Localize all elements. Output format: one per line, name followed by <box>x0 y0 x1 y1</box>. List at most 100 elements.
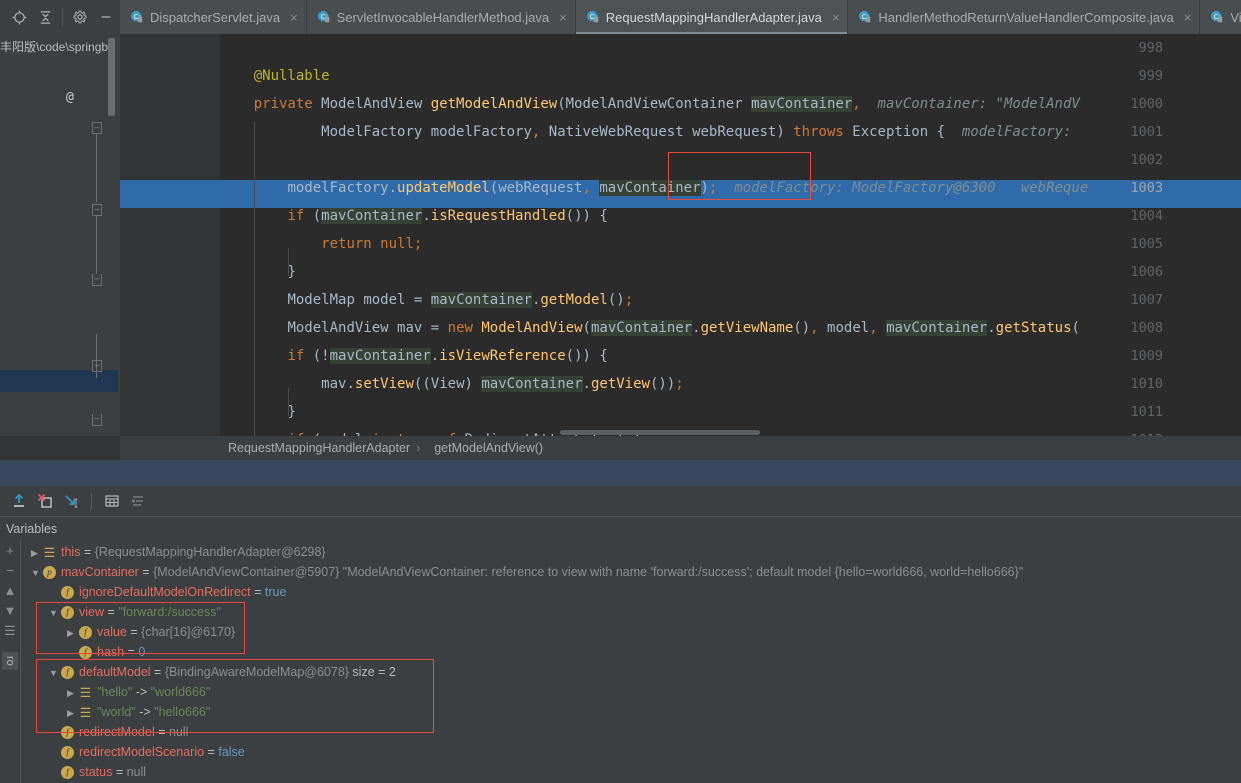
variable-separator: = <box>204 745 219 759</box>
close-icon[interactable]: × <box>1184 10 1192 25</box>
expand-arrow-icon[interactable]: ▼ <box>49 603 61 623</box>
project-scrollbar[interactable] <box>108 38 115 116</box>
expand-arrow-icon[interactable]: ▼ <box>49 663 61 683</box>
variable-separator: -> <box>135 705 155 719</box>
variable-row[interactable]: ▶f redirectModelScenario = false <box>49 742 245 762</box>
variable-type-icon: f <box>79 626 92 640</box>
variable-separator: = <box>124 645 139 659</box>
variable-separator: = <box>112 765 127 779</box>
code-line[interactable]: ModelAndView mav = new ModelAndView(mavC… <box>220 314 1080 342</box>
breadcrumb: RequestMappingHandlerAdapter › getModelA… <box>0 436 1241 460</box>
breadcrumb-class[interactable]: RequestMappingHandlerAdapter <box>228 441 410 455</box>
code-line[interactable]: ModelMap model = mavContainer.getModel()… <box>220 286 633 314</box>
variable-row[interactable]: ▶f redirectModel = null <box>49 722 188 742</box>
expand-arrow-icon[interactable]: ▶ <box>49 583 61 603</box>
debug-panel-splitter[interactable] <box>0 460 1241 486</box>
remove-watch-icon[interactable]: − <box>6 564 14 577</box>
variables-tree[interactable]: ▶ ☰ this = {RequestMappingHandlerAdapter@6… <box>20 540 1241 783</box>
variable-name: redirectModelScenario <box>79 745 205 759</box>
side-tab-label[interactable]: ro <box>2 652 18 670</box>
variable-separator: = <box>104 605 119 619</box>
variable-row[interactable]: ▶ ☰ "world" -> "hello666" <box>67 702 210 722</box>
hide-window-icon[interactable] <box>93 4 119 30</box>
expand-arrow-icon[interactable]: ▶ <box>49 743 61 763</box>
editor-tab-1[interactable]: C ServletInvocableHandlerMethod.java × <box>306 0 576 34</box>
code-line[interactable]: mav.setView((View) mavContainer.getView(… <box>220 370 684 398</box>
code-line[interactable]: if (mavContainer.isRequestHandled()) { <box>220 202 608 230</box>
code-line[interactable]: } <box>220 258 295 286</box>
code-line[interactable]: } <box>220 398 295 426</box>
code-line[interactable]: @Nullable <box>220 62 330 90</box>
variable-row[interactable]: ▶f ignoreDefaultModelOnRedirect = true <box>49 582 286 602</box>
variable-separator: = <box>138 565 154 579</box>
editor-horizontal-scrollbar[interactable] <box>560 430 760 435</box>
variable-value: 0 <box>138 645 146 659</box>
editor-tab-4[interactable]: C ViewNa <box>1200 0 1241 34</box>
evaluate-expression-icon[interactable] <box>99 489 125 513</box>
move-down-icon[interactable]: ▼ <box>4 604 17 617</box>
fold-marker-icon[interactable]: ‒ <box>92 122 102 134</box>
add-watch-icon[interactable]: + <box>6 544 14 557</box>
variable-row[interactable]: ▼ f view = "forward:/success" <box>49 602 221 622</box>
expand-arrow-icon[interactable]: ▶ <box>67 643 79 663</box>
variable-name: hash <box>97 645 125 659</box>
variable-row[interactable]: ▶ ☰ this = {RequestMappingHandlerAdapter@6… <box>31 542 326 562</box>
run-to-cursor-icon[interactable] <box>58 489 84 513</box>
expand-arrow-icon[interactable]: ▶ <box>49 763 61 783</box>
editor-tab-2[interactable]: C RequestMappingHandlerAdapter.java × <box>575 0 849 34</box>
code-line[interactable]: private ModelAndView getModelAndView(Mod… <box>220 90 1080 118</box>
editor-tab-0[interactable]: C DispatcherServlet.java × <box>120 0 307 34</box>
close-icon[interactable]: × <box>290 10 298 25</box>
expand-arrow-icon[interactable]: ▶ <box>31 543 43 563</box>
variable-row[interactable]: ▶fhash = 0 <box>67 642 145 662</box>
move-up-icon[interactable]: ▲ <box>4 584 17 597</box>
annotation-marker-icon[interactable]: @ <box>66 90 74 105</box>
list-icon[interactable]: ☰ <box>4 624 16 637</box>
settings-list-icon[interactable] <box>125 489 151 513</box>
variable-row[interactable]: ▼ f defaultModel = {BindingAwareModelMap@6… <box>49 662 396 682</box>
java-class-icon: C <box>130 10 144 24</box>
breadcrumb-method[interactable]: getModelAndView() <box>434 441 543 455</box>
fold-marker-icon[interactable]: ‒ <box>92 414 102 426</box>
variable-type-icon: f <box>61 766 74 780</box>
fold-region-line <box>96 134 97 202</box>
variable-type-icon: ☰ <box>79 705 92 721</box>
collapse-all-icon[interactable] <box>32 4 58 30</box>
code-editor[interactable]: 丰阳版\code\springb 998 999 1000 1001 1002 1003 1… <box>0 34 1241 436</box>
editor-gutter[interactable] <box>120 34 220 436</box>
code-line[interactable]: modelFactory.updateModel(webRequest, mav… <box>220 174 1088 202</box>
variable-name: "world" <box>97 705 136 719</box>
editor-tab-3[interactable]: C HandlerMethodReturnValueHandlerComposit… <box>848 0 1201 34</box>
variable-value: {char[16]@6170} <box>141 625 236 639</box>
variable-separator: = <box>150 665 165 679</box>
code-content[interactable]: @Nullable private ModelAndView getModelA… <box>220 34 1241 436</box>
variable-row[interactable]: ▼ p mavContainer = {ModelAndViewContainer@… <box>31 562 1023 582</box>
expand-arrow-icon[interactable]: ▶ <box>67 683 79 703</box>
step-out-icon[interactable] <box>6 489 32 513</box>
editor-tab-label: ServletInvocableHandlerMethod.java <box>336 9 550 25</box>
project-selected-item[interactable] <box>0 370 118 392</box>
expand-arrow-icon[interactable]: ▶ <box>67 703 79 723</box>
settings-gear-icon[interactable] <box>67 4 93 30</box>
expand-arrow-icon[interactable]: ▶ <box>67 623 79 643</box>
variable-row[interactable]: ▶fstatus = null <box>49 762 146 782</box>
fold-marker-icon[interactable]: ‒ <box>92 274 102 286</box>
fold-marker-icon[interactable]: ‒ <box>92 204 102 216</box>
fold-marker-icon[interactable]: ‒ <box>92 360 102 372</box>
variable-value: {BindingAwareModelMap@6078} <box>164 665 349 679</box>
variable-row[interactable]: ▶ ☰ "hello" -> "world666" <box>67 682 210 702</box>
variable-type-icon: f <box>61 586 74 600</box>
expand-arrow-icon[interactable]: ▼ <box>31 563 43 583</box>
locate-icon[interactable] <box>6 4 32 30</box>
expand-arrow-icon[interactable]: ▶ <box>49 723 61 743</box>
variable-name: ignoreDefaultModelOnRedirect <box>79 585 251 599</box>
variable-type-icon: f <box>61 606 74 620</box>
drop-frame-icon[interactable] <box>32 489 58 513</box>
code-line[interactable]: ModelFactory modelFactory, NativeWebRequ… <box>220 118 1071 146</box>
close-icon[interactable]: × <box>559 10 567 25</box>
close-icon[interactable]: × <box>832 10 840 25</box>
variable-value: null <box>168 725 189 739</box>
code-line[interactable]: if (!mavContainer.isViewReference()) { <box>220 342 608 370</box>
variable-row[interactable]: ▶ f value = {char[16]@6170} <box>67 622 235 642</box>
code-line[interactable]: return null; <box>220 230 422 258</box>
